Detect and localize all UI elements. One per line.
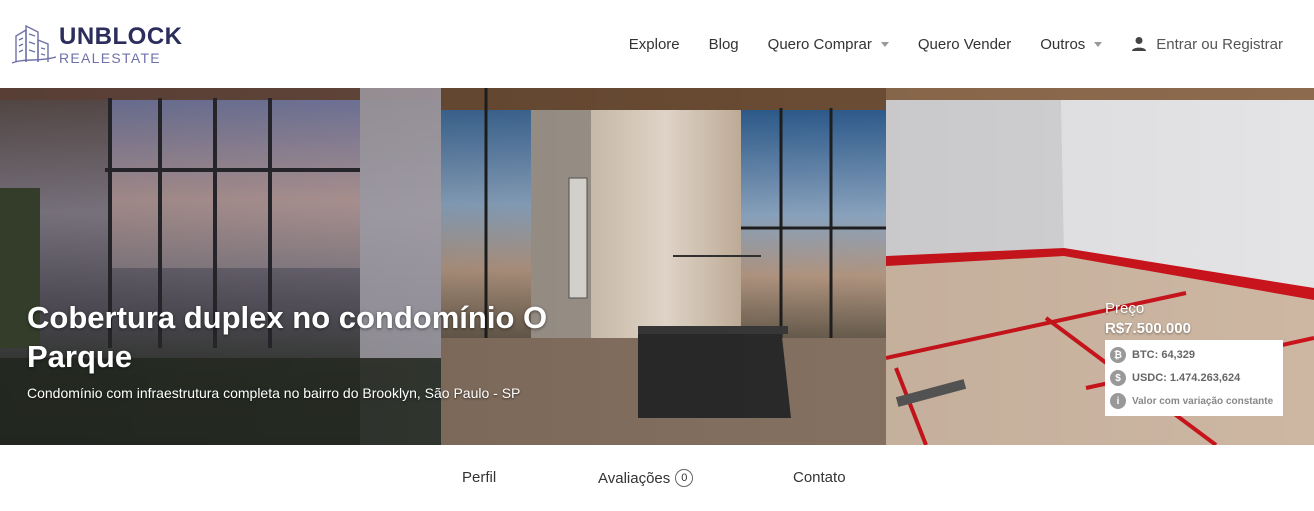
buildings-logo-icon [12,24,56,64]
brand-logo[interactable]: UNBLOCK REALESTATE [12,22,182,68]
dollar-icon: $ [1110,370,1126,386]
property-title: Cobertura duplex no condomínio O Parque [27,300,548,374]
property-tabs: Perfil Avaliações 0 Contato [0,445,1314,511]
info-icon: i [1110,393,1126,409]
chevron-down-icon [880,41,889,47]
user-icon [1132,37,1147,51]
brand-name: UNBLOCK [59,23,183,50]
crypto-price-box: ₿ BTC: 64,329 $ USDC: 1.474.263,624 i Va… [1105,340,1283,416]
btc-price: BTC: 64,329 [1132,349,1195,361]
bitcoin-icon: ₿ [1110,347,1126,363]
nav-others-label: Outros [1040,35,1086,53]
usdc-price-row: $ USDC: 1.474.263,624 [1110,368,1240,388]
nav-sell[interactable]: Quero Vender [918,36,1011,53]
brand-tagline: REALESTATE [59,50,161,66]
site-header: UNBLOCK REALESTATE Explore Blog Quero Co… [0,0,1314,89]
price-note: Valor com variação constante [1132,395,1274,407]
btc-price-row: ₿ BTC: 64,329 [1110,345,1195,365]
price-value: R$7.500.000 [1105,320,1191,337]
tab-contact[interactable]: Contato [793,469,846,486]
tab-reviews[interactable]: Avaliações 0 [598,469,694,487]
nav-blog[interactable]: Blog [709,36,739,53]
tab-reviews-label: Avaliações [598,469,671,487]
price-label: Preço [1105,300,1145,317]
tab-profile[interactable]: Perfil [462,469,496,486]
main-nav: Explore Blog Quero Comprar Quero Vender … [600,34,1283,54]
property-hero: Cobertura duplex no condomínio O Parque … [0,88,1314,445]
usdc-price: USDC: 1.474.263,624 [1132,372,1241,384]
reviews-count-badge: 0 [675,469,694,487]
login-link[interactable]: Entrar ou Registrar [1131,36,1283,53]
nav-others-dropdown[interactable]: Outros [1040,35,1103,53]
property-subtitle: Condomínio com infraestrutura completa n… [27,385,521,401]
nav-buy-dropdown[interactable]: Quero Comprar [768,36,889,53]
nav-explore[interactable]: Explore [629,36,680,53]
price-note-row: i Valor com variação constante [1110,391,1273,411]
login-label: Entrar ou Registrar [1156,35,1283,53]
nav-buy-label: Quero Comprar [767,35,872,53]
chevron-down-icon [1094,41,1103,47]
